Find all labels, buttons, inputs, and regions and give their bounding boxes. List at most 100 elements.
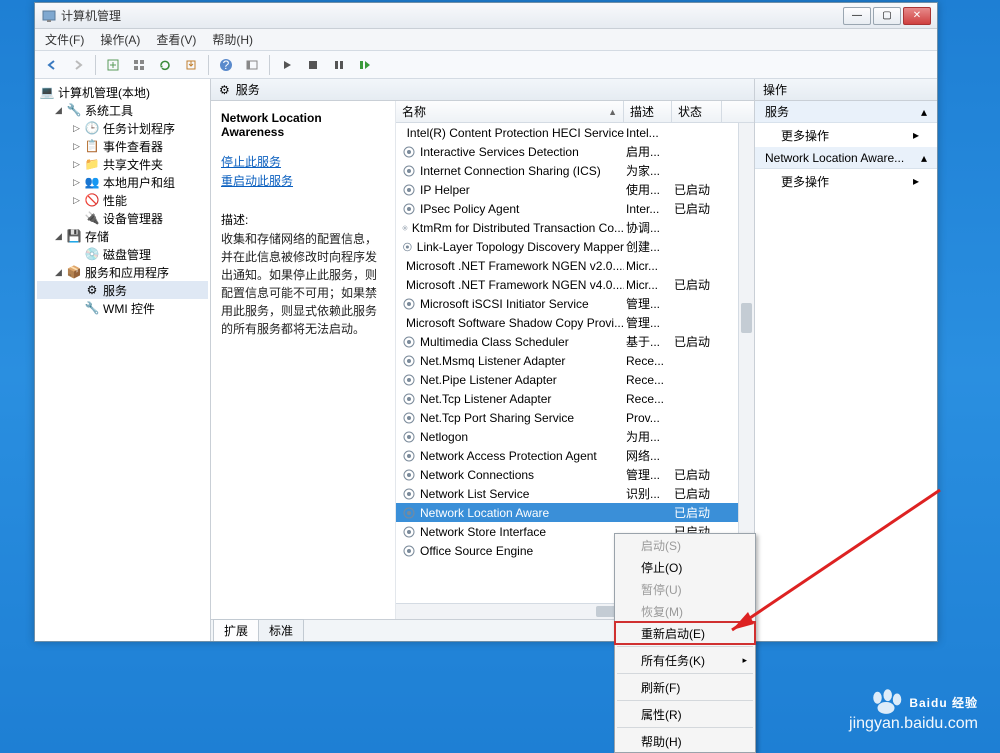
service-row[interactable]: Microsoft Software Shadow Copy Provi...管…	[396, 313, 754, 332]
tree-shared-folders[interactable]: ▷📁共享文件夹	[37, 155, 208, 173]
col-name[interactable]: 名称▲	[396, 101, 624, 122]
service-row[interactable]: Interactive Services Detection启用...	[396, 142, 754, 161]
ctx-restart[interactable]: 重新启动(E)	[615, 622, 755, 644]
grid-icon	[132, 58, 146, 72]
ctx-refresh[interactable]: 刷新(F)	[615, 676, 755, 698]
service-row[interactable]: IPsec Policy AgentInter...已启动	[396, 199, 754, 218]
event-icon: 📋	[84, 138, 100, 154]
tree-performance[interactable]: ▷🚫性能	[37, 191, 208, 209]
service-row[interactable]: Netlogon为用...	[396, 427, 754, 446]
tool-button-4[interactable]	[180, 54, 202, 76]
scroll-thumb[interactable]	[741, 303, 752, 333]
ctx-resume: 恢复(M)	[615, 600, 755, 622]
collapse-icon[interactable]: ◢	[53, 105, 64, 116]
tree-root[interactable]: 💻计算机管理(本地)	[37, 83, 208, 101]
tools-icon: 🔧	[66, 102, 82, 118]
actions-more-2[interactable]: 更多操作▸	[755, 169, 937, 193]
tree-services-apps[interactable]: ◢📦服务和应用程序	[37, 263, 208, 281]
actions-section-service[interactable]: Network Location Aware...▴	[755, 147, 937, 169]
ctx-props[interactable]: 属性(R)	[615, 703, 755, 725]
ctx-sep	[617, 673, 753, 674]
tool-button-3[interactable]	[154, 54, 176, 76]
service-row[interactable]: Link-Layer Topology Discovery Mapper创建..…	[396, 237, 754, 256]
window-controls: — ▢ ✕	[843, 7, 931, 25]
restart-icon	[359, 60, 371, 70]
maximize-button[interactable]: ▢	[873, 7, 901, 25]
play-button[interactable]	[276, 54, 298, 76]
actions-pane: 操作 服务▴ 更多操作▸ Network Location Aware...▴ …	[755, 79, 937, 641]
service-row[interactable]: Network Access Protection Agent网络...	[396, 446, 754, 465]
service-row[interactable]: Microsoft iSCSI Initiator Service管理...	[396, 294, 754, 313]
menu-action[interactable]: 操作(A)	[100, 31, 140, 48]
service-row[interactable]: Microsoft .NET Framework NGEN v4.0....Mi…	[396, 275, 754, 294]
service-row[interactable]: Intel(R) Content Protection HECI Service…	[396, 123, 754, 142]
tree-device-mgr[interactable]: 🔌设备管理器	[37, 209, 208, 227]
service-row[interactable]: Network Location Aware已启动	[396, 503, 754, 522]
expand-icon[interactable]: ▷	[71, 195, 82, 206]
tree-storage[interactable]: ◢💾存储	[37, 227, 208, 245]
stop-tb-button[interactable]	[302, 54, 324, 76]
tree-pane[interactable]: 💻计算机管理(本地) ◢🔧系统工具 ▷🕒任务计划程序 ▷📋事件查看器 ▷📁共享文…	[35, 79, 211, 641]
description-pane: Network Location Awareness 停止此服务 重启动此服务 …	[211, 101, 395, 619]
service-row[interactable]: Multimedia Class Scheduler基于...已启动	[396, 332, 754, 351]
list-rows[interactable]: Intel(R) Content Protection HECI Service…	[396, 123, 754, 603]
tree-disk-mgr[interactable]: 💿磁盘管理	[37, 245, 208, 263]
close-button[interactable]: ✕	[903, 7, 931, 25]
restart-tb-button[interactable]	[354, 54, 376, 76]
tree-event-viewer[interactable]: ▷📋事件查看器	[37, 137, 208, 155]
expand-icon[interactable]: ▷	[71, 123, 82, 134]
desc-label: 描述:	[221, 211, 385, 228]
titlebar[interactable]: 计算机管理 — ▢ ✕	[35, 3, 937, 29]
service-row[interactable]: Net.Msmq Listener AdapterRece...	[396, 351, 754, 370]
tree-sys-tools[interactable]: ◢🔧系统工具	[37, 101, 208, 119]
tree-services[interactable]: ⚙服务	[37, 281, 208, 299]
forward-button[interactable]	[67, 54, 89, 76]
collapse-icon[interactable]: ◢	[53, 267, 64, 278]
tool-button-1[interactable]	[102, 54, 124, 76]
ctx-help[interactable]: 帮助(H)	[615, 730, 755, 752]
tree-task-scheduler[interactable]: ▷🕒任务计划程序	[37, 119, 208, 137]
service-row[interactable]: KtmRm for Distributed Transaction Co...协…	[396, 218, 754, 237]
menu-help[interactable]: 帮助(H)	[212, 31, 253, 48]
menu-view[interactable]: 查看(V)	[156, 31, 196, 48]
minimize-button[interactable]: —	[843, 7, 871, 25]
gear-icon: ⚙	[219, 83, 230, 97]
service-row[interactable]: Net.Tcp Port Sharing ServiceProv...	[396, 408, 754, 427]
collapse-icon[interactable]: ◢	[53, 231, 64, 242]
tool-button-5[interactable]	[241, 54, 263, 76]
service-row[interactable]: Net.Tcp Listener AdapterRece...	[396, 389, 754, 408]
main-window: 计算机管理 — ▢ ✕ 文件(F) 操作(A) 查看(V) 帮助(H) ? 💻计…	[34, 2, 938, 642]
stop-service-link[interactable]: 停止此服务	[221, 153, 385, 170]
restart-service-link[interactable]: 重启动此服务	[221, 172, 385, 189]
ctx-all-tasks[interactable]: 所有任务(K)▸	[615, 649, 755, 671]
expand-icon[interactable]: ▷	[71, 141, 82, 152]
tree-wmi[interactable]: 🔧WMI 控件	[37, 299, 208, 317]
service-row[interactable]: Network List Service识别...已启动	[396, 484, 754, 503]
middle-header: ⚙ 服务	[211, 79, 754, 101]
service-row[interactable]: Network Connections管理...已启动	[396, 465, 754, 484]
service-row[interactable]: Microsoft .NET Framework NGEN v2.0....Mi…	[396, 256, 754, 275]
gear-icon: ⚙	[84, 282, 100, 298]
col-status[interactable]: 状态	[672, 101, 722, 122]
service-row[interactable]: IP Helper使用...已启动	[396, 180, 754, 199]
expand-icon[interactable]: ▷	[71, 159, 82, 170]
back-button[interactable]	[41, 54, 63, 76]
storage-icon: 💾	[66, 228, 82, 244]
chevron-up-icon: ▴	[921, 105, 927, 119]
tab-extended[interactable]: 扩展	[213, 619, 259, 641]
actions-more-1[interactable]: 更多操作▸	[755, 123, 937, 147]
col-desc[interactable]: 描述	[624, 101, 672, 122]
pause-button[interactable]	[328, 54, 350, 76]
menu-file[interactable]: 文件(F)	[45, 31, 84, 48]
help-button[interactable]: ?	[215, 54, 237, 76]
apps-icon: 📦	[66, 264, 82, 280]
service-row[interactable]: Net.Pipe Listener AdapterRece...	[396, 370, 754, 389]
actions-section-services[interactable]: 服务▴	[755, 101, 937, 123]
service-row[interactable]: Internet Connection Sharing (ICS)为家...	[396, 161, 754, 180]
ctx-stop[interactable]: 停止(O)	[615, 556, 755, 578]
clock-icon: 🕒	[84, 120, 100, 136]
tab-standard[interactable]: 标准	[258, 619, 304, 641]
expand-icon[interactable]: ▷	[71, 177, 82, 188]
tool-button-2[interactable]	[128, 54, 150, 76]
tree-local-users[interactable]: ▷👥本地用户和组	[37, 173, 208, 191]
